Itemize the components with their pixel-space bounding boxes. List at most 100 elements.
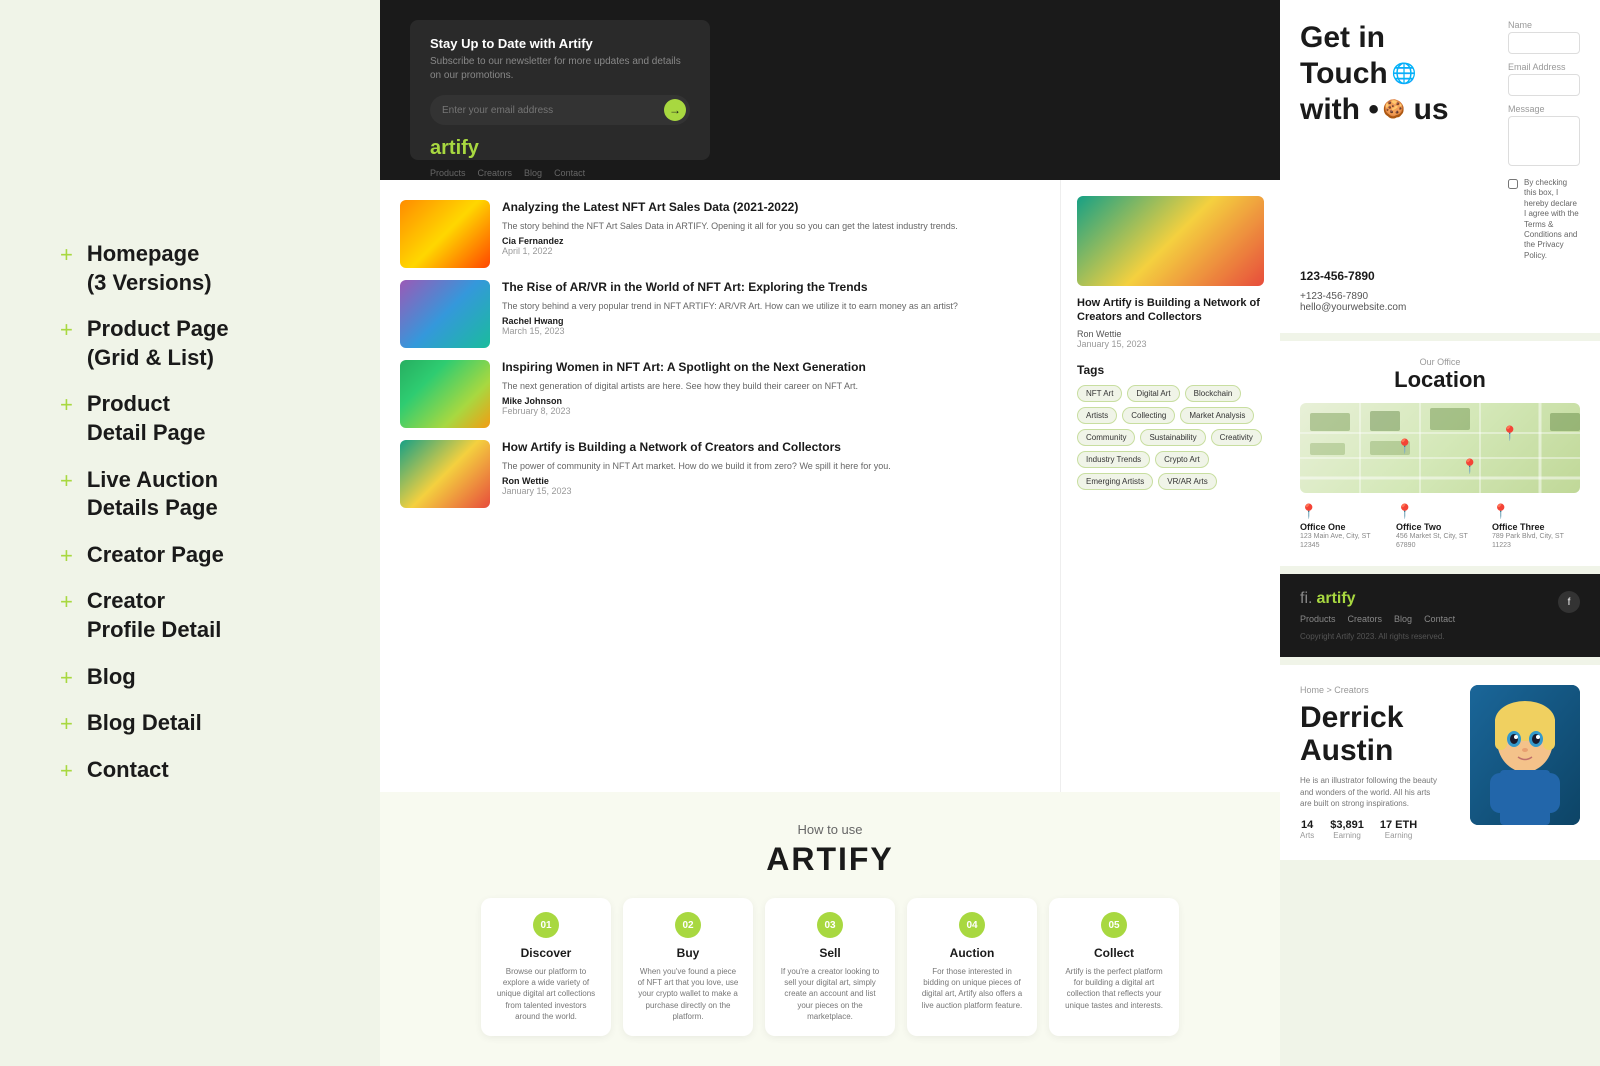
profile-avatar	[1470, 685, 1580, 825]
blog-author-4: Ron Wettie	[502, 476, 1040, 486]
tag-vr-ar-arts[interactable]: VR/AR Arts	[1158, 473, 1216, 490]
sidebar-item-live-auction[interactable]: + Live AuctionDetails Page	[60, 466, 340, 523]
footer-nav-contact[interactable]: Contact	[554, 168, 585, 178]
newsletter-submit-button[interactable]: →	[664, 99, 686, 121]
how-to-subtitle: How to use	[420, 822, 1240, 837]
sidebar-item-blog-detail[interactable]: + Blog Detail	[60, 709, 340, 738]
footer-dark: fi.artify f Products Creators Blog Conta…	[1280, 574, 1600, 657]
footer-nav-creators[interactable]: Creators	[478, 168, 513, 178]
stat-earning-eth-label: Earning	[1380, 831, 1417, 840]
sidebar-blog-thumb	[1077, 196, 1264, 286]
offices-row: 📍 Office One 123 Main Ave, City, ST 1234…	[1300, 503, 1580, 550]
blog-date-1: April 1, 2022	[502, 246, 1040, 256]
sidebar-item-creator-profile[interactable]: + CreatorProfile Detail	[60, 587, 340, 644]
tag-creativity[interactable]: Creativity	[1211, 429, 1262, 446]
tag-artists[interactable]: Artists	[1077, 407, 1117, 424]
blog-item-3[interactable]: Inspiring Women in NFT Art: A Spotlight …	[400, 360, 1040, 428]
sidebar-item-product-detail[interactable]: + ProductDetail Page	[60, 390, 340, 447]
blog-item-4[interactable]: How Artify is Building a Network of Crea…	[400, 440, 1040, 508]
contact-emoji-cookie: 🍪	[1383, 99, 1405, 121]
brand-name: artify	[430, 137, 690, 160]
stat-earning-eth: 17 ETH Earning	[1380, 819, 1417, 840]
tag-emerging-artists[interactable]: Emerging Artists	[1077, 473, 1153, 490]
sidebar-item-contact[interactable]: + Contact	[60, 756, 340, 785]
footer-link-creators[interactable]: Creators	[1348, 614, 1383, 624]
stat-arts: 14 Arts	[1300, 819, 1314, 840]
office-address-3: 789 Park Blvd, City, ST 11223	[1492, 532, 1580, 550]
tag-crypto-art[interactable]: Crypto Art	[1155, 451, 1209, 468]
blog-excerpt-4: The power of community in NFT Art market…	[502, 460, 1040, 473]
blog-title-3: Inspiring Women in NFT Art: A Spotlight …	[502, 360, 1040, 376]
footer-nav-blog[interactable]: Blog	[524, 168, 542, 178]
steps-row: 01 Discover Browse our platform to explo…	[420, 898, 1240, 1036]
contact-name-input[interactable]	[1508, 32, 1580, 54]
sidebar: + Homepage(3 Versions) + Product Page(Gr…	[0, 0, 380, 1066]
step-collect: 05 Collect Artify is the perfect platfor…	[1049, 898, 1179, 1036]
stat-earning-usd: $3,891 Earning	[1330, 819, 1364, 840]
tag-sustainability[interactable]: Sustainability	[1140, 429, 1205, 446]
step-number-2: 02	[675, 912, 701, 938]
step-number-4: 04	[959, 912, 985, 938]
office-pin-icon-3: 📍	[1492, 503, 1580, 520]
step-auction: 04 Auction For those interested in biddi…	[907, 898, 1037, 1036]
facebook-icon[interactable]: f	[1558, 591, 1580, 613]
sidebar-item-blog[interactable]: + Blog	[60, 663, 340, 692]
tags-grid: NFT Art Digital Art Blockchain Artists C…	[1077, 385, 1264, 490]
plus-icon: +	[60, 468, 73, 494]
contact-agree-checkbox[interactable]	[1508, 179, 1518, 189]
footer-link-products[interactable]: Products	[1300, 614, 1336, 624]
stat-earning-usd-label: Earning	[1330, 831, 1364, 840]
blog-title-2: The Rise of AR/VR in the World of NFT Ar…	[502, 280, 1040, 296]
contact-emoji-globe: 🌐	[1392, 62, 1417, 86]
tag-nft-art[interactable]: NFT Art	[1077, 385, 1122, 402]
blog-date-3: February 8, 2023	[502, 406, 1040, 416]
newsletter-title: Stay Up to Date with Artify	[430, 36, 690, 51]
blog-excerpt-1: The story behind the NFT Art Sales Data …	[502, 220, 1040, 233]
contact-message-textarea[interactable]	[1508, 116, 1580, 166]
contact-email-input[interactable]	[1508, 74, 1580, 96]
office-two: 📍 Office Two 456 Market St, City, ST 678…	[1396, 503, 1484, 550]
office-address-2: 456 Market St, City, ST 67890	[1396, 532, 1484, 550]
contact-email-field: Email Address	[1508, 62, 1580, 96]
location-subtitle: Our Office	[1300, 357, 1580, 367]
avatar-illustration	[1470, 685, 1580, 825]
blog-excerpt-2: The story behind a very popular trend in…	[502, 300, 1040, 313]
tag-market-analysis[interactable]: Market Analysis	[1180, 407, 1254, 424]
blog-info-2: The Rise of AR/VR in the World of NFT Ar…	[502, 280, 1040, 336]
contact-message-field: Message	[1508, 104, 1580, 166]
step-title-2: Buy	[637, 946, 739, 960]
location-title: Location	[1300, 367, 1580, 393]
sidebar-item-homepage[interactable]: + Homepage(3 Versions)	[60, 240, 340, 297]
footer-brand-prefix: fi.	[1300, 590, 1312, 608]
step-title-4: Auction	[921, 946, 1023, 960]
right-panel: Get in Touch 🌐 with • 🍪 us Name Email Ad…	[1280, 0, 1600, 1066]
footer-brand: fi.artify	[1300, 590, 1356, 608]
contact-phone-alt: +123-456-7890	[1300, 291, 1580, 302]
plus-icon: +	[60, 758, 73, 784]
tags-label: Tags	[1077, 363, 1264, 377]
blog-item-1[interactable]: Analyzing the Latest NFT Art Sales Data …	[400, 200, 1040, 268]
profile-breadcrumb: Home > Creators	[1300, 685, 1454, 695]
blog-list: Analyzing the Latest NFT Art Sales Data …	[380, 180, 1060, 792]
tag-digital-art[interactable]: Digital Art	[1127, 385, 1179, 402]
sidebar-blog-author: Ron Wettie	[1077, 329, 1264, 339]
blog-thumb-3	[400, 360, 490, 428]
sidebar-item-product-page[interactable]: + Product Page(Grid & List)	[60, 315, 340, 372]
sidebar-item-creator-page[interactable]: + Creator Page	[60, 541, 340, 570]
tag-collecting[interactable]: Collecting	[1122, 407, 1175, 424]
blog-info-4: How Artify is Building a Network of Crea…	[502, 440, 1040, 496]
blog-item-2[interactable]: The Rise of AR/VR in the World of NFT Ar…	[400, 280, 1040, 348]
plus-icon: +	[60, 317, 73, 343]
step-number-1: 01	[533, 912, 559, 938]
tag-industry-trends[interactable]: Industry Trends	[1077, 451, 1150, 468]
footer-link-contact[interactable]: Contact	[1424, 614, 1455, 624]
plus-icon: +	[60, 711, 73, 737]
map-placeholder: 📍 📍 📍	[1300, 403, 1580, 493]
contact-email-label: Email Address	[1508, 62, 1580, 72]
tag-community[interactable]: Community	[1077, 429, 1135, 446]
newsletter-email-input[interactable]	[442, 105, 660, 116]
blog-info-3: Inspiring Women in NFT Art: A Spotlight …	[502, 360, 1040, 416]
footer-link-blog[interactable]: Blog	[1394, 614, 1412, 624]
tag-blockchain[interactable]: Blockchain	[1185, 385, 1242, 402]
footer-nav-products[interactable]: Products	[430, 168, 466, 178]
